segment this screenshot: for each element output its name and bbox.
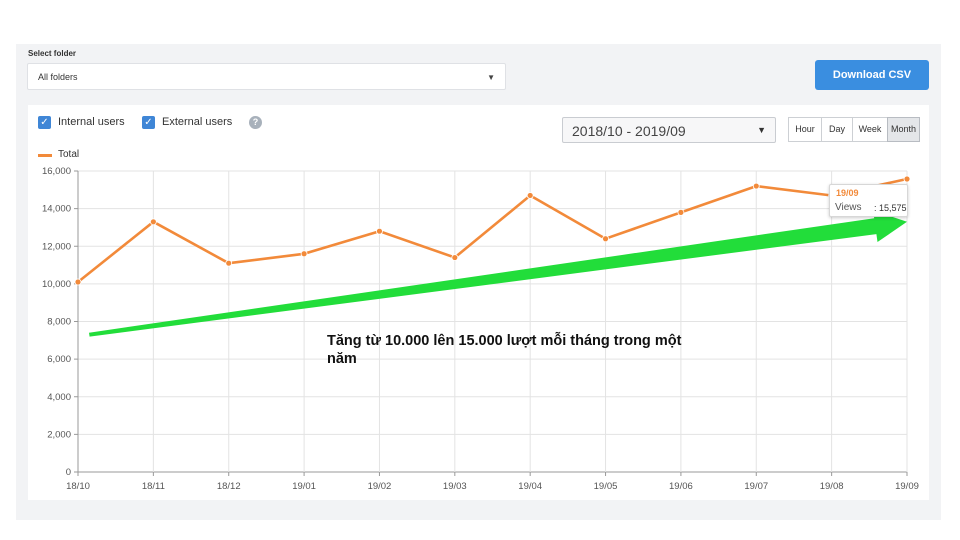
x-tick-label: 19/09 — [895, 481, 919, 492]
tooltip-number: 15,575 — [879, 203, 907, 213]
trend-arrow — [89, 210, 907, 337]
x-tick-label: 18/10 — [66, 481, 90, 492]
y-tick-label: 14,000 — [42, 204, 71, 215]
tooltip-value: : 15,575 — [874, 203, 907, 213]
y-tick-label: 8,000 — [47, 317, 71, 328]
y-tick-label: 4,000 — [47, 392, 71, 403]
data-point-total — [225, 259, 233, 267]
y-tick-label: 6,000 — [47, 354, 71, 365]
x-tick-label: 19/07 — [744, 481, 768, 492]
data-point-total — [451, 254, 459, 261]
data-point-total — [149, 218, 157, 226]
tooltip-period: 19/09 — [836, 188, 859, 198]
data-tooltip: 19/09 Views : 15,575 — [829, 184, 908, 217]
y-tick-label: 2,000 — [47, 429, 71, 440]
x-tick-label: 19/01 — [292, 481, 316, 492]
data-point-total — [602, 235, 609, 243]
data-point-total — [300, 250, 308, 258]
data-point-total — [74, 278, 82, 286]
x-tick-label: 18/11 — [142, 481, 165, 492]
data-point-total — [376, 227, 383, 235]
y-tick-label: 10,000 — [42, 279, 71, 290]
y-tick-label: 16,000 — [42, 166, 71, 177]
tooltip-metric: Views — [835, 202, 862, 213]
x-tick-label: 19/05 — [594, 481, 618, 492]
x-tick-label: 19/06 — [669, 481, 693, 492]
x-tick-label: 19/08 — [820, 481, 844, 492]
x-tick-label: 18/12 — [217, 481, 241, 492]
x-tick-label: 19/04 — [518, 481, 542, 492]
trend-annotation: Tăng từ 10.000 lên 15.000 lượt mỗi tháng… — [327, 333, 682, 367]
y-tick-label: 0 — [66, 467, 71, 478]
y-tick-label: 12,000 — [42, 241, 71, 252]
data-point-total — [526, 192, 534, 199]
line-chart: 0 2,000 4,000 6,000 8,000 10,000 12,000 14,000 1… — [42, 166, 919, 492]
data-point-total — [903, 175, 911, 183]
data-point-total — [677, 208, 685, 216]
x-tick-label: 19/02 — [368, 481, 392, 492]
series-line-total — [77, 177, 908, 284]
x-tick-label: 19/03 — [443, 481, 467, 492]
data-point-total — [752, 182, 760, 190]
